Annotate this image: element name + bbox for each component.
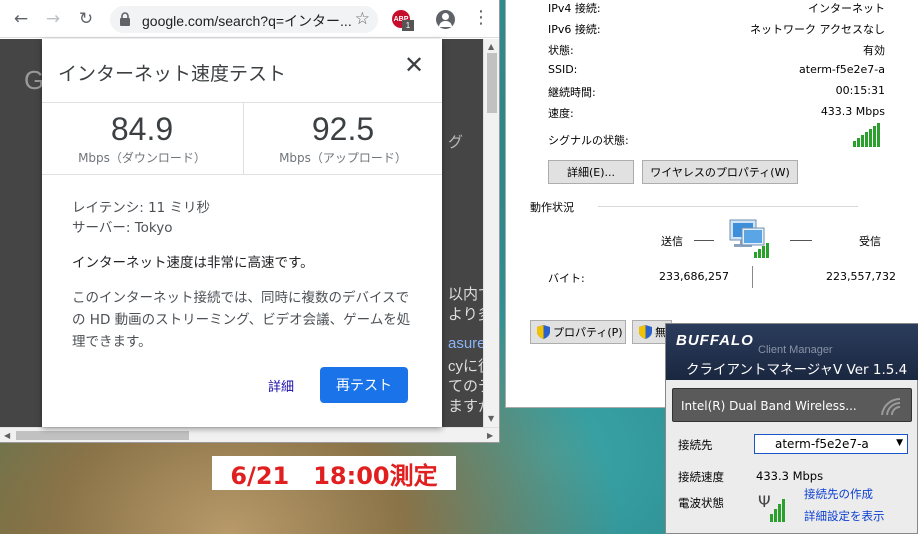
- chevron-down-icon: ▼: [896, 438, 903, 448]
- scroll-down-arrow-icon[interactable]: ▼: [488, 414, 494, 423]
- scroll-up-arrow-icon[interactable]: ▲: [488, 42, 494, 51]
- buffalo-subtitle: Client Manager: [758, 344, 833, 356]
- status-value: 433.3 Mbps: [820, 105, 885, 118]
- measurement-caption: 6/21 18:00測定: [212, 456, 456, 490]
- wireless-properties-button[interactable]: ワイヤレスのプロパティ(W): [642, 160, 798, 184]
- status-label: 継続時間:: [548, 86, 596, 99]
- download-speed: 84.9 Mbps（ダウンロード）: [42, 111, 242, 166]
- chrome-window: ← → ↻ google.com/search?q=インター... ☆ ABP …: [0, 0, 500, 443]
- received-label: 受信: [859, 235, 881, 248]
- close-icon[interactable]: ✕: [402, 53, 426, 77]
- status-value: 00:15:31: [835, 84, 885, 97]
- download-unit: Mbps（ダウンロード）: [78, 151, 206, 165]
- create-connection-link[interactable]: 接続先の作成: [804, 486, 873, 502]
- server-text: サーバー: Tokyo: [72, 220, 173, 236]
- signal-label: 電波状態: [678, 496, 724, 510]
- adapter-name: Intel(R) Dual Band Wireless...: [681, 399, 857, 413]
- status-label: SSID:: [548, 63, 578, 76]
- status-label: IPv4 接続:: [548, 2, 601, 15]
- signal-label: シグナルの状態:: [548, 134, 629, 147]
- status-value: aterm-f5e2e7-a: [799, 63, 885, 76]
- bookmark-star-icon[interactable]: ☆: [355, 9, 370, 29]
- upload-value: 92.5: [311, 111, 375, 147]
- show-detailed-settings-link[interactable]: 詳細設定を表示: [804, 508, 885, 524]
- scroll-right-arrow-icon[interactable]: ▶: [487, 431, 493, 440]
- divider: [42, 174, 442, 175]
- divider: [598, 206, 858, 207]
- forward-arrow-icon[interactable]: →: [42, 8, 64, 30]
- back-arrow-icon[interactable]: ←: [10, 8, 32, 30]
- bytes-label: バイト:: [548, 272, 585, 285]
- connection-value: aterm-f5e2e7-a: [775, 437, 869, 451]
- divider: [752, 266, 753, 288]
- speed-value: 433.3 Mbps: [756, 469, 824, 483]
- status-value: インターネット: [808, 2, 885, 15]
- status-value: 有効: [863, 44, 885, 57]
- horizontal-scroll-thumb[interactable]: [16, 431, 189, 440]
- result-text-fragment: asure: [448, 335, 486, 352]
- activity-section-label: 動作状況: [530, 201, 574, 214]
- buffalo-logo: BUFFALO: [676, 332, 754, 349]
- speed-test-dialog: インターネット速度テスト ✕ 84.9 Mbps（ダウンロード） 92.5 Mb…: [42, 39, 442, 427]
- buffalo-client-manager-window: BUFFALO Client Manager クライアントマネージャV Ver …: [665, 323, 918, 534]
- adapter-selector[interactable]: Intel(R) Dual Band Wireless...: [672, 388, 912, 422]
- upload-speed: 92.5 Mbps（アップロード）: [243, 111, 443, 166]
- details-button[interactable]: 詳細(E)...: [548, 160, 634, 184]
- scroll-left-arrow-icon[interactable]: ◀: [4, 431, 10, 440]
- vertical-scroll-thumb[interactable]: [487, 53, 497, 113]
- adblock-count-badge: 1: [402, 20, 414, 31]
- bytes-received-value: 223,557,732: [826, 270, 896, 283]
- signal-strength-icon: [853, 123, 880, 147]
- sent-label: 送信: [661, 235, 683, 248]
- speed-description: このインターネット接続では、同時に複数のデバイスでの HD 動画のストリーミング…: [72, 290, 411, 350]
- download-value: 84.9: [110, 111, 174, 147]
- status-label: 速度:: [548, 107, 574, 120]
- shield-icon: [639, 325, 652, 339]
- dialog-title: インターネット速度テスト: [58, 64, 287, 85]
- bytes-sent-value: 233,686,257: [659, 270, 729, 283]
- speed-verdict: インターネット速度は非常に高速です。: [72, 255, 314, 271]
- latency-text: レイテンシ: 11 ミリ秒: [72, 200, 211, 216]
- antenna-icon: Ψ: [758, 492, 771, 511]
- buffalo-title: クライアントマネージャV Ver 1.5.4: [686, 362, 908, 378]
- network-computers-icon: [729, 219, 769, 258]
- address-bar[interactable]: google.com/search?q=インター... ☆: [110, 6, 378, 33]
- connect-label: 接続先: [678, 438, 713, 452]
- vertical-scrollbar[interactable]: ▲ ▼: [483, 39, 499, 427]
- status-value: ネットワーク アクセスなし: [750, 23, 885, 36]
- profile-avatar-icon[interactable]: [436, 10, 455, 29]
- menu-kebab-icon[interactable]: ⋮: [472, 8, 490, 28]
- speed-label: 接続速度: [678, 470, 724, 484]
- lock-icon: [120, 12, 130, 26]
- status-label: 状態:: [548, 44, 574, 57]
- status-label: IPv6 接続:: [548, 23, 601, 36]
- properties-button-label: プロパティ(P): [553, 326, 623, 339]
- shield-icon: [537, 325, 550, 339]
- sent-line: [694, 240, 714, 241]
- reload-icon[interactable]: ↻: [75, 8, 97, 30]
- divider: [42, 102, 442, 103]
- retest-button[interactable]: 再テスト: [320, 367, 408, 403]
- received-line: [790, 240, 812, 241]
- browser-toolbar: ← → ↻ google.com/search?q=インター... ☆ ABP …: [0, 0, 499, 38]
- buffalo-header: BUFFALO Client Manager クライアントマネージャV Ver …: [666, 324, 918, 380]
- upload-unit: Mbps（アップロード）: [279, 151, 407, 165]
- connection-dropdown[interactable]: aterm-f5e2e7-a ▼: [754, 434, 908, 454]
- horizontal-scrollbar[interactable]: ◀ ▶: [0, 427, 499, 442]
- details-link[interactable]: 詳細: [268, 376, 294, 395]
- wifi-icon: [881, 397, 901, 416]
- url-text[interactable]: google.com/search?q=インター...: [142, 11, 352, 31]
- result-text-fragment: グ: [448, 134, 464, 151]
- properties-button[interactable]: プロパティ(P): [530, 320, 626, 344]
- signal-strength-icon: [770, 499, 785, 522]
